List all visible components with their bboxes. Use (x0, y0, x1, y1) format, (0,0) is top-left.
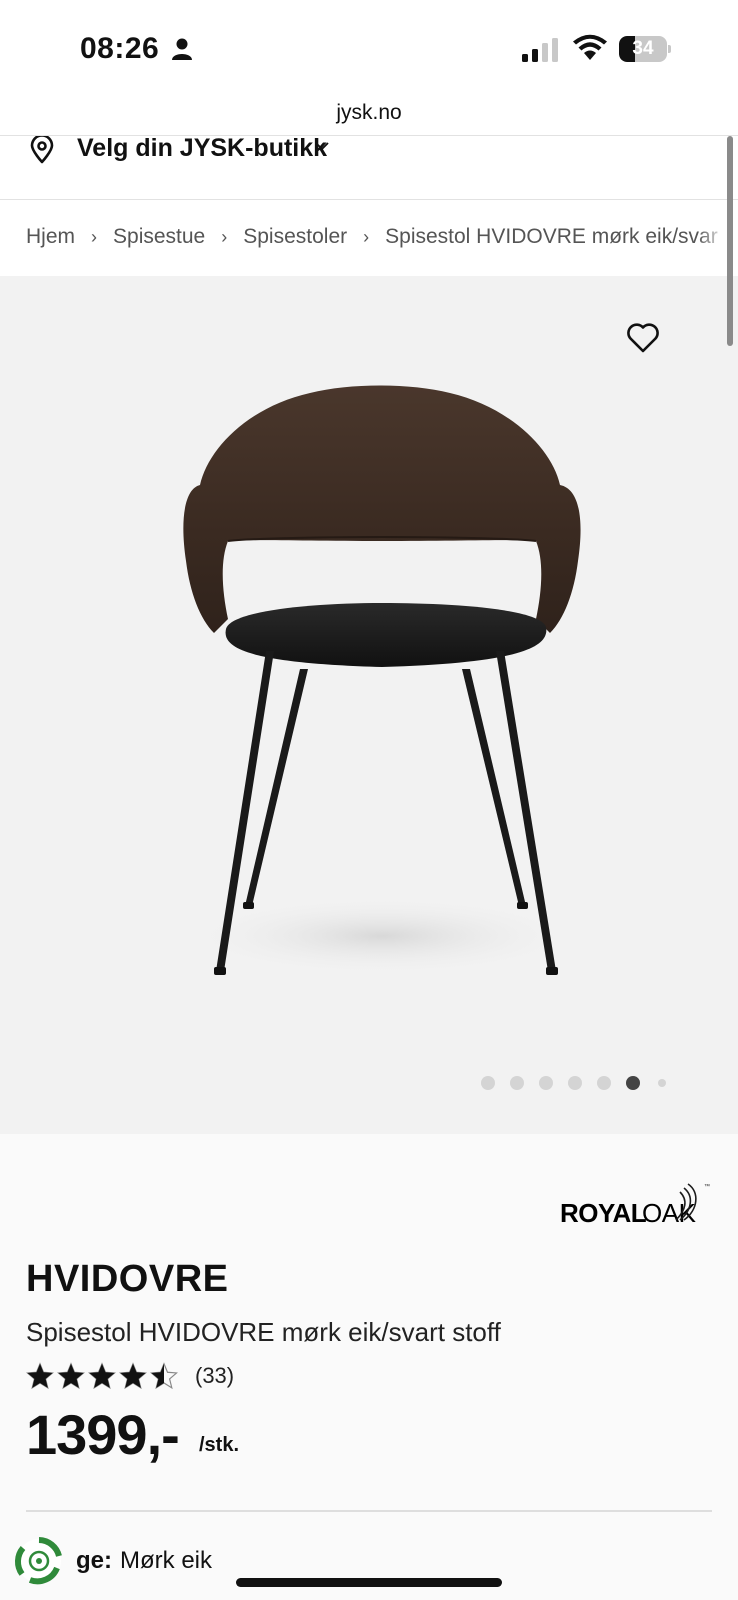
address-bar[interactable]: jysk.no (0, 96, 738, 136)
color-label: ge: (76, 1547, 112, 1574)
gallery-dot[interactable] (481, 1076, 495, 1090)
store-selector-label: Velg din JYSK-butikk (77, 134, 328, 162)
store-selector[interactable]: Velg din JYSK-butikk (0, 136, 738, 200)
url-text: jysk.no (336, 101, 402, 124)
gallery-dot[interactable] (626, 1076, 640, 1090)
gallery-dot[interactable] (568, 1076, 582, 1090)
star-icon (119, 1362, 147, 1390)
svg-text:ROYAL: ROYAL (560, 1198, 647, 1226)
breadcrumb: Hjem › Spisestue › Spisestoler › Spisest… (0, 200, 738, 276)
page-scrollbar[interactable] (727, 136, 733, 346)
breadcrumb-separator: › (91, 226, 98, 247)
home-indicator[interactable] (236, 1578, 502, 1587)
svg-text:OAK: OAK (642, 1198, 697, 1226)
battery-icon: 34 (619, 36, 671, 62)
breadcrumb-separator: › (221, 226, 228, 247)
battery-level: 34 (632, 38, 654, 59)
price-unit: /stk. (199, 1434, 240, 1456)
gallery-dot[interactable] (597, 1076, 611, 1090)
svg-text:™: ™ (704, 1183, 710, 1190)
product-title: HVIDOVRE (26, 1258, 229, 1300)
location-pin-icon (30, 136, 54, 164)
star-icon (57, 1362, 85, 1390)
star-icon (150, 1362, 178, 1390)
product-image (182, 385, 582, 976)
eco-badge-icon (14, 1537, 62, 1585)
product-rating[interactable]: (33) (26, 1362, 234, 1390)
cellular-signal-icon (522, 38, 558, 62)
breadcrumb-item-spisestoler[interactable]: Spisestoler (243, 225, 347, 249)
color-value: Mørk eik (120, 1547, 212, 1574)
breadcrumb-separator: › (363, 226, 370, 247)
person-icon (172, 38, 192, 60)
wifi-icon (573, 34, 607, 60)
section-divider (26, 1510, 712, 1512)
product-description: Spisestol HVIDOVRE mørk eik/svart stoff (26, 1317, 501, 1347)
color-option-row[interactable]: ge: Mørk eik (14, 1536, 212, 1586)
rating-stars (26, 1362, 181, 1390)
breadcrumb-item-home[interactable]: Hjem (26, 225, 75, 249)
gallery-dot[interactable] (539, 1076, 553, 1090)
status-bar: 08:26 34 (0, 0, 738, 96)
product-price: 1399,- (26, 1403, 180, 1466)
gallery-pagination (481, 1076, 681, 1090)
gallery-dot[interactable] (510, 1076, 524, 1090)
heart-icon[interactable] (626, 322, 660, 354)
product-image-gallery[interactable] (0, 276, 738, 1134)
breadcrumb-item-spisestue[interactable]: Spisestue (113, 225, 205, 249)
breadcrumb-item-current: Spisestol HVIDOVRE mørk eik/svar (385, 225, 718, 248)
rating-count: (33) (195, 1363, 235, 1388)
status-time: 08:26 (80, 32, 160, 65)
chevron-down-icon (315, 142, 329, 151)
brand-logo-royal-oak: ROYAL OAK ™ (560, 1183, 710, 1226)
star-icon (26, 1362, 54, 1390)
star-icon (88, 1362, 116, 1390)
gallery-dot[interactable] (658, 1079, 666, 1087)
